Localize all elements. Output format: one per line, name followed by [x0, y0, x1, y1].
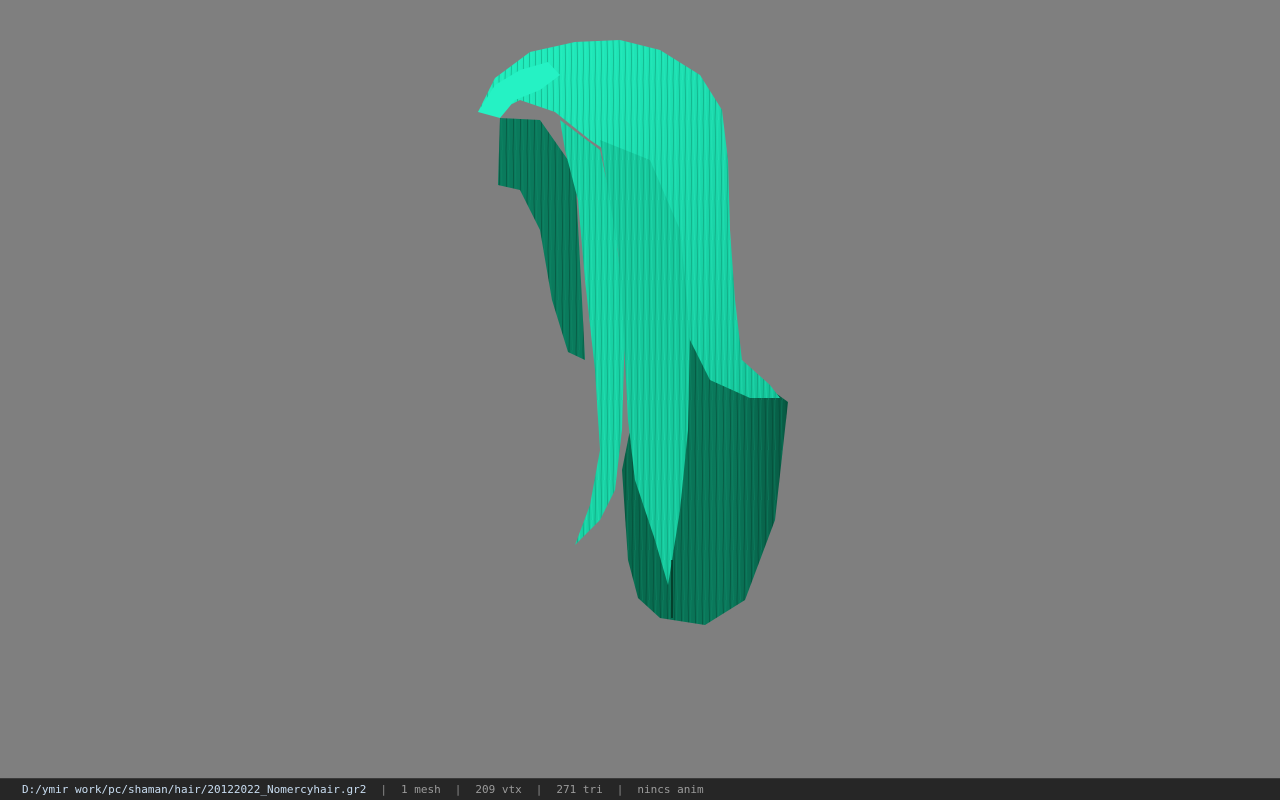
file-path-label: D:/ymir work/pc/shaman/hair/20122022_Nom…: [22, 783, 367, 796]
mesh-count-label: 1 mesh: [401, 783, 441, 796]
triangle-count-label: 271 tri: [556, 783, 603, 796]
animation-status-label: nincs anim: [637, 783, 704, 796]
separator: |: [616, 783, 624, 796]
separator: |: [535, 783, 543, 796]
vertex-count-label: 209 vtx: [475, 783, 522, 796]
hair-model[interactable]: [0, 0, 1280, 778]
separator: |: [454, 783, 462, 796]
3d-viewport[interactable]: [0, 0, 1280, 778]
status-bar: D:/ymir work/pc/shaman/hair/20122022_Nom…: [0, 778, 1280, 800]
separator: |: [380, 783, 387, 796]
